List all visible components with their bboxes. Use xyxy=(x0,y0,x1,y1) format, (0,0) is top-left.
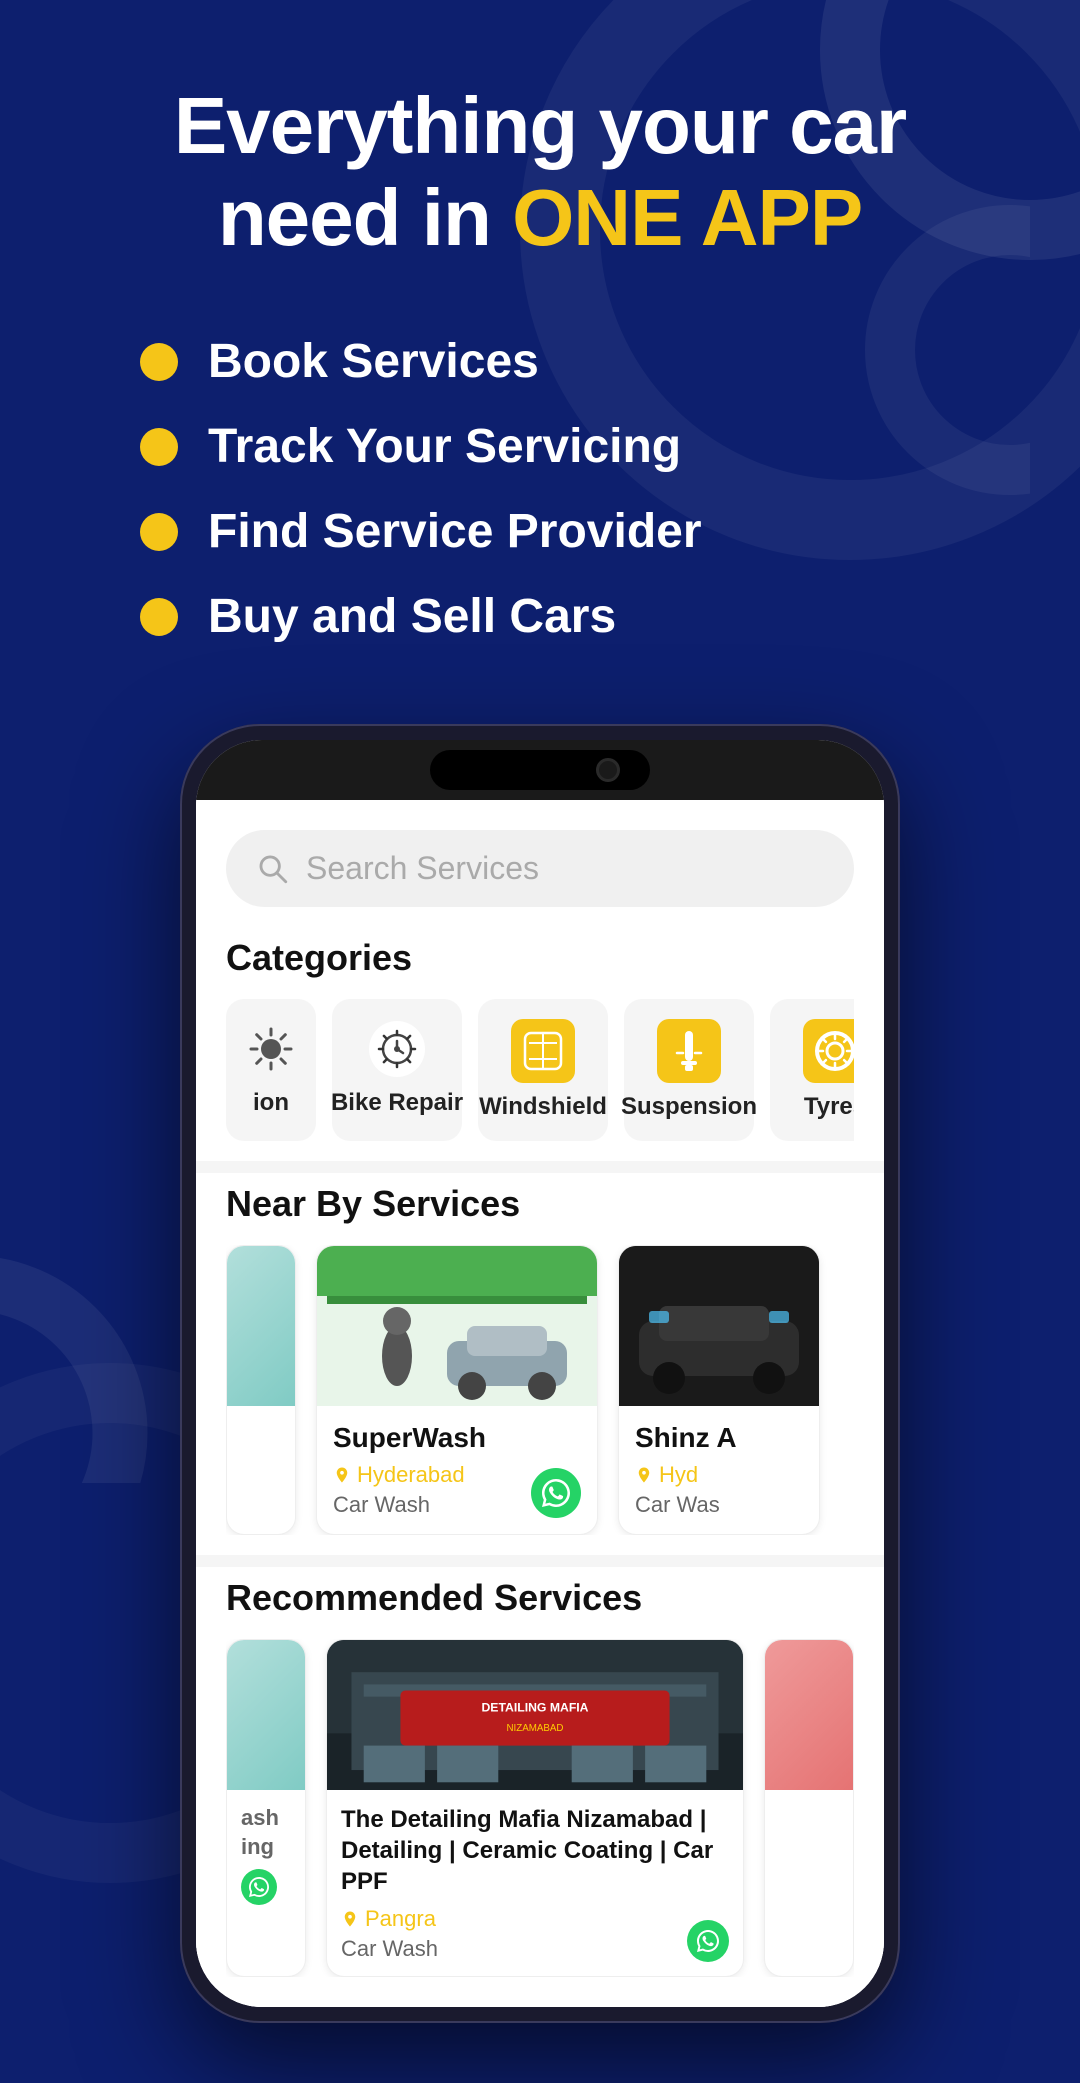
category-item-tyres[interactable]: Tyres xyxy=(770,999,854,1141)
nearby-title: Near By Services xyxy=(226,1183,854,1225)
whatsapp-detailing[interactable] xyxy=(687,1920,729,1962)
feature-item-find: Find Service Provider xyxy=(140,504,1020,559)
search-bar[interactable]: Search Services xyxy=(226,830,854,907)
bullet-icon xyxy=(140,343,178,381)
bullet-icon xyxy=(140,513,178,551)
categories-row: ion xyxy=(226,999,854,1141)
nearby-section: Near By Services xyxy=(196,1173,884,1555)
feature-item-track: Track Your Servicing xyxy=(140,419,1020,474)
category-icon-suspension xyxy=(657,1019,721,1083)
category-icon-bike-repair xyxy=(367,1019,427,1079)
category-label-suspension: Suspension xyxy=(621,1093,757,1121)
category-item-windshield[interactable]: Windshield xyxy=(478,999,608,1141)
hero-title: Everything your car need in ONE APP xyxy=(60,80,1020,264)
hero-title-line1: Everything your car xyxy=(174,81,906,170)
superwash-img xyxy=(317,1246,597,1406)
category-icon-partial xyxy=(241,1019,301,1079)
whatsapp-rec-partial[interactable] xyxy=(241,1869,277,1905)
detailing-city: Pangra xyxy=(365,1906,436,1932)
rec-card-partial-right[interactable] xyxy=(764,1639,854,1977)
category-item-bike-repair[interactable]: Bike Repair xyxy=(332,999,462,1141)
rec-card-partial-left[interactable]: ashing xyxy=(226,1639,306,1977)
nearby-card-superwash[interactable]: SuperWash Hyderabad Car Wash xyxy=(316,1245,598,1535)
feature-label-track: Track Your Servicing xyxy=(208,419,681,474)
recommended-section: Recommended Services ashing xyxy=(196,1567,884,2007)
feature-item-book: Book Services xyxy=(140,334,1020,389)
category-icon-windshield xyxy=(511,1019,575,1083)
phone-frame: Search Services Categories xyxy=(180,724,900,2023)
nearby-card-partial[interactable] xyxy=(226,1245,296,1535)
shinz-type: Car Was xyxy=(635,1492,803,1518)
detailing-info: The Detailing Mafia Nizamabad | Detailin… xyxy=(327,1790,743,1976)
superwash-city: Hyderabad xyxy=(357,1462,465,1488)
category-label-windshield: Windshield xyxy=(479,1093,607,1121)
shinz-name: Shinz A xyxy=(635,1422,803,1454)
rec-card-detailing[interactable]: DETAILING MAFIA NIZAMABAD xyxy=(326,1639,744,1977)
search-icon xyxy=(256,852,290,886)
hero-title-line2: need in xyxy=(218,173,512,262)
hero-title-highlight: ONE APP xyxy=(512,173,862,262)
detailing-name: The Detailing Mafia Nizamabad | Detailin… xyxy=(341,1804,729,1898)
categories-title: Categories xyxy=(226,937,854,979)
feature-item-buy: Buy and Sell Cars xyxy=(140,589,1020,644)
phone-notch-bar xyxy=(196,740,884,800)
bullet-icon xyxy=(140,598,178,636)
category-label-partial: ion xyxy=(253,1089,289,1117)
category-label-tyres: Tyres xyxy=(804,1093,854,1121)
bullet-icon xyxy=(140,428,178,466)
phone-screen: Search Services Categories xyxy=(196,800,884,2007)
whatsapp-button-superwash[interactable] xyxy=(531,1468,581,1518)
detailing-location: Pangra xyxy=(341,1906,729,1932)
features-list: Book Services Track Your Servicing Find … xyxy=(60,334,1020,644)
category-icon-tyres xyxy=(803,1019,854,1083)
nearby-card-shinz[interactable]: Shinz A Hyd Car Was xyxy=(618,1245,820,1535)
recommended-title: Recommended Services xyxy=(226,1577,854,1619)
shinz-img xyxy=(619,1246,819,1406)
search-placeholder-text: Search Services xyxy=(306,850,539,887)
detailing-type: Car Wash xyxy=(341,1936,729,1962)
phone-inner: Search Services Categories xyxy=(196,740,884,2007)
search-section: Search Services xyxy=(196,800,884,927)
feature-label-book: Book Services xyxy=(208,334,539,389)
detailing-img: DETAILING MAFIA NIZAMABAD xyxy=(327,1640,743,1790)
feature-label-buy: Buy and Sell Cars xyxy=(208,589,616,644)
feature-label-find: Find Service Provider xyxy=(208,504,702,559)
phone-mockup: Search Services Categories xyxy=(60,724,1020,2023)
categories-section: Categories xyxy=(196,927,884,1161)
category-item-suspension[interactable]: Suspension xyxy=(624,999,754,1141)
superwash-name: SuperWash xyxy=(333,1422,581,1454)
category-label-bike-repair: Bike Repair xyxy=(331,1089,463,1117)
shinz-info: Shinz A Hyd Car Was xyxy=(619,1406,819,1534)
shinz-location: Hyd xyxy=(635,1462,803,1488)
recommended-row: ashing xyxy=(226,1639,854,1977)
nearby-row: SuperWash Hyderabad Car Wash xyxy=(226,1245,854,1535)
svg-text:DETAILING MAFIA: DETAILING MAFIA xyxy=(481,1700,588,1714)
phone-notch xyxy=(430,750,650,790)
svg-text:NIZAMABAD: NIZAMABAD xyxy=(507,1723,564,1734)
shinz-city: Hyd xyxy=(659,1462,698,1488)
category-item-partial[interactable]: ion xyxy=(226,999,316,1141)
